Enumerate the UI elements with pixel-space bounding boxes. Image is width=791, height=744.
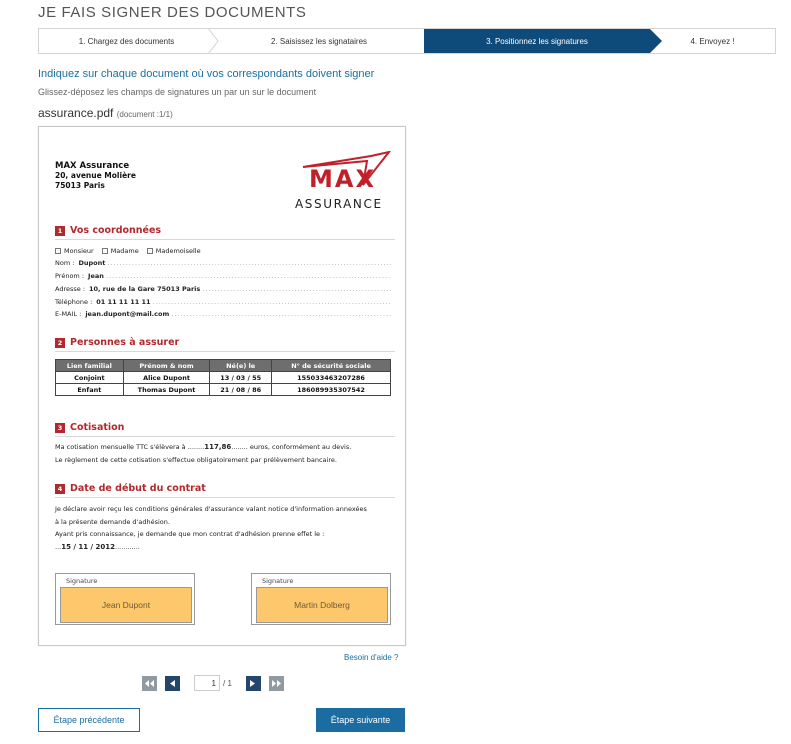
company-address-line-1: 20, avenue Molière — [55, 171, 136, 180]
table-row: Enfant Thomas Dupont 21 / 08 / 86 186089… — [55, 383, 391, 396]
first-page-button[interactable] — [142, 675, 157, 691]
checkbox-icon — [101, 248, 108, 254]
table-header-cell: N° de sécurité sociale — [271, 359, 391, 372]
section-title: Vos coordonnées — [70, 225, 162, 236]
table-header-row: Lien familial Prénom & nom Né(e) le N° d… — [55, 359, 391, 372]
signature-box-2: Signature Martin Dolberg — [251, 573, 391, 625]
step-1-label: 1. Chargez des documents — [78, 36, 175, 46]
company-address: MAX Assurance 20, avenue Molière 75013 P… — [55, 161, 136, 191]
chevron-right-icon — [250, 679, 256, 687]
page-title: JE FAIS SIGNER DES DOCUMENTS — [38, 4, 307, 21]
field-nom: Nom : Dupont ............................… — [55, 259, 391, 267]
step-2: 2. Saisissez les signataires — [214, 29, 424, 53]
section-coordonnees-heading: 1 Vos coordonnées — [55, 225, 395, 240]
document-preview[interactable]: MAX Assurance 20, avenue Molière 75013 P… — [38, 126, 406, 646]
section-title: Personnes à assurer — [70, 337, 180, 348]
next-step-button[interactable]: Étape suivante — [316, 708, 405, 732]
field-adresse: Adresse :10, rue de la Gare 75013 Paris … — [55, 285, 391, 293]
step-3: 3. Positionnez les signatures — [424, 29, 662, 53]
table-cell: 155033463207286 — [271, 371, 391, 384]
table-row: Conjoint Alice Dupont 13 / 03 / 55 15503… — [55, 371, 391, 384]
persons-table: Lien familial Prénom & nom Né(e) le N° d… — [55, 359, 391, 396]
section-debut-heading: 4 Date de début du contrat — [55, 483, 395, 498]
previous-page-button[interactable] — [165, 675, 180, 691]
max-assurance-logo: MAX ASSURANCE — [295, 151, 399, 213]
instruction-subtitle: Glissez-déposez les champs de signatures… — [38, 87, 317, 97]
table-cell: Conjoint — [55, 371, 124, 384]
table-cell: 21 / 08 / 86 — [209, 383, 273, 396]
help-link[interactable]: Besoin d'aide ? — [344, 653, 398, 662]
table-cell: Enfant — [55, 383, 124, 396]
signature-box-1: Signature Jean Dupont — [55, 573, 195, 625]
document-pager: / 1 — [142, 674, 292, 692]
instruction-title: Indiquez sur chaque document où vos corr… — [38, 68, 375, 80]
company-address-line-2: 75013 Paris — [55, 181, 105, 190]
signature-label: Signature — [262, 577, 294, 585]
double-chevron-left-icon — [145, 679, 154, 687]
chevron-left-icon — [169, 679, 175, 687]
table-cell: 186089935307542 — [271, 383, 391, 396]
step-progress: 1. Chargez des documents 2. Saisissez le… — [38, 28, 776, 54]
civility-options: Monsieur Madame Mademoiselle — [55, 247, 201, 255]
next-page-button[interactable] — [245, 675, 261, 691]
section-personnes-heading: 2 Personnes à assurer — [55, 337, 395, 352]
section-number: 1 — [55, 225, 65, 236]
checkbox-icon — [146, 248, 153, 254]
civility-madame: Madame — [101, 247, 139, 255]
contract-start-date: 15 / 11 / 2012 — [61, 542, 116, 551]
signature-field-jean-dupont[interactable]: Jean Dupont — [60, 587, 192, 623]
step-1: 1. Chargez des documents — [39, 28, 219, 54]
logo-assurance-text: ASSURANCE — [295, 197, 383, 211]
signature-label: Signature — [66, 577, 98, 585]
step-4-label: 4. Envoyez ! — [690, 36, 735, 46]
signature-field-martin-dolberg[interactable]: Martin Dolberg — [256, 587, 388, 623]
checkbox-icon — [55, 248, 61, 254]
step-separator-icon — [208, 28, 219, 54]
section-title: Date de début du contrat — [70, 483, 206, 494]
table-cell: 13 / 03 / 55 — [209, 371, 273, 384]
table-header-cell: Prénom & nom — [122, 359, 211, 372]
logo-max-text: MAX — [309, 165, 376, 193]
document-counter: (document :1/1) — [116, 110, 173, 119]
debut-text: Je déclare avoir reçu les conditions gén… — [55, 505, 367, 551]
double-chevron-right-icon — [271, 679, 281, 687]
page-number-input[interactable] — [194, 675, 220, 691]
cotisation-text: Ma cotisation mensuelle TTC s'élèvera à … — [55, 443, 352, 464]
step-4: 4. Envoyez ! — [650, 29, 775, 53]
last-page-button[interactable] — [268, 675, 284, 691]
document-name: assurance.pdf (document :1/1) — [38, 106, 173, 120]
civility-mademoiselle: Mademoiselle — [146, 247, 201, 255]
document-filename: assurance.pdf — [38, 106, 114, 120]
table-header-cell: Né(e) le — [209, 359, 273, 372]
cotisation-amount: 117,86 — [204, 443, 232, 451]
table-cell: Alice Dupont — [122, 371, 211, 384]
section-number: 2 — [55, 337, 65, 348]
page-total: / 1 — [223, 678, 232, 688]
previous-step-button[interactable]: Étape précédente — [38, 708, 140, 732]
step-2-label: 2. Saisissez les signataires — [270, 36, 368, 46]
field-telephone: Téléphone :01 11 11 11 11 ..............… — [55, 298, 391, 306]
table-header-cell: Lien familial — [55, 359, 124, 372]
civility-monsieur: Monsieur — [55, 247, 94, 255]
company-name: MAX Assurance — [55, 161, 130, 171]
table-cell: Thomas Dupont — [122, 383, 211, 396]
step-3-label: 3. Positionnez les signatures — [486, 36, 588, 46]
section-number: 3 — [55, 422, 65, 433]
section-title: Cotisation — [70, 422, 125, 433]
field-email: E-MAIL : jean.dupont@mail.com ...........… — [55, 310, 391, 318]
field-prenom: Prénom : Jean ...........................… — [55, 272, 391, 280]
section-cotisation-heading: 3 Cotisation — [55, 422, 395, 437]
section-number: 4 — [55, 483, 65, 494]
